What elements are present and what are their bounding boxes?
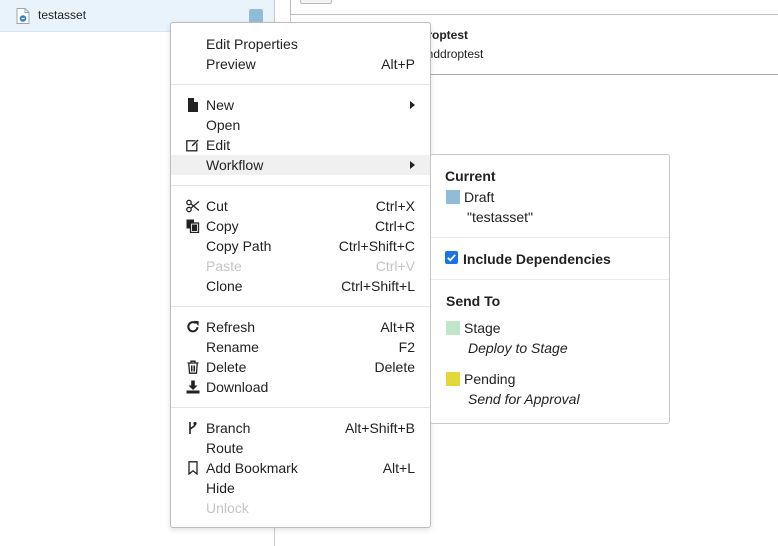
menu-item-copy-path[interactable]: Copy Path Ctrl+Shift+C <box>171 236 430 256</box>
menu-item-label: Paste <box>206 258 242 274</box>
menu-item-label: Unlock <box>206 500 249 516</box>
send-to-option-action: Deploy to Stage <box>468 340 568 356</box>
menu-separator <box>171 306 430 307</box>
menu-item-edit-properties[interactable]: Edit Properties <box>171 34 430 54</box>
menu-item-route[interactable]: Route <box>171 438 430 458</box>
menu-item-label: Preview <box>206 56 256 72</box>
menu-item-edit[interactable]: Edit <box>171 135 430 155</box>
toolbar-strip <box>290 0 778 15</box>
menu-item-label: New <box>206 97 235 113</box>
context-menu: Edit Properties Preview Alt+P New Open E… <box>170 22 431 528</box>
draft-status-icon <box>446 190 460 204</box>
menu-item-label: Branch <box>206 420 251 436</box>
edit-icon <box>186 138 200 152</box>
menu-item-refresh[interactable]: Refresh Alt+R <box>171 317 430 337</box>
send-to-heading: Send To <box>446 293 501 309</box>
menu-item-label: Cut <box>206 198 228 214</box>
menu-item-label: Clone <box>206 278 243 294</box>
include-dependencies-checkbox[interactable] <box>445 251 458 264</box>
current-state-label: Draft <box>464 189 495 205</box>
send-to-option-label: Pending <box>464 371 516 387</box>
submenu-separator <box>431 279 669 280</box>
current-heading: Current <box>445 168 496 184</box>
trash-icon <box>187 360 199 374</box>
menu-item-shortcut: F2 <box>398 339 415 355</box>
send-to-option-action: Send for Approval <box>468 391 580 407</box>
draft-status-icon <box>249 9 263 23</box>
tree-item-label: testasset <box>38 8 87 22</box>
menu-item-open[interactable]: Open <box>171 115 430 135</box>
menu-item-shortcut: Ctrl+Shift+L <box>341 278 415 294</box>
stage-status-icon <box>446 321 460 335</box>
menu-item-label: Edit Properties <box>206 36 298 52</box>
checkmark-icon <box>447 254 456 262</box>
menu-item-rename[interactable]: Rename F2 <box>171 337 430 357</box>
menu-item-shortcut: Alt+P <box>381 56 415 72</box>
menu-separator <box>171 185 430 186</box>
menu-item-branch[interactable]: Branch Alt+Shift+B <box>171 418 430 438</box>
toolbar-button[interactable] <box>300 0 332 4</box>
menu-item-label: Edit <box>206 137 231 153</box>
branch-icon <box>189 421 197 434</box>
refresh-icon <box>187 320 199 333</box>
submenu-separator <box>431 237 669 238</box>
menu-item-preview[interactable]: Preview Alt+P <box>171 54 430 74</box>
asset-file-icon <box>16 8 30 24</box>
menu-separator <box>171 407 430 408</box>
menu-item-label: Workflow <box>206 157 264 173</box>
menu-item-shortcut: Alt+L <box>382 460 415 476</box>
menu-item-shortcut: Ctrl+C <box>374 218 415 234</box>
menu-item-shortcut: Ctrl+Shift+C <box>338 238 415 254</box>
current-asset-name: "testasset" <box>467 209 533 225</box>
menu-item-label: Hide <box>206 480 235 496</box>
menu-item-label: Add Bookmark <box>206 460 298 476</box>
menu-item-label: Copy <box>206 218 239 234</box>
menu-separator <box>171 84 430 85</box>
chevron-right-icon <box>410 161 415 169</box>
menu-item-shortcut: Delete <box>374 359 415 375</box>
bookmark-icon <box>188 461 198 475</box>
copy-icon <box>186 219 200 233</box>
menu-item-label: Copy Path <box>206 238 272 254</box>
include-dependencies-label[interactable]: Include Dependencies <box>463 251 611 267</box>
menu-item-workflow[interactable]: Workflow <box>171 155 430 175</box>
menu-item-shortcut: Ctrl+X <box>375 198 415 214</box>
menu-item-hide[interactable]: Hide <box>171 478 430 498</box>
menu-item-paste: Paste Ctrl+V <box>171 256 430 276</box>
new-file-icon <box>188 98 198 112</box>
menu-item-new[interactable]: New <box>171 95 430 115</box>
menu-item-copy[interactable]: Copy Ctrl+C <box>171 216 430 236</box>
menu-item-label: Open <box>206 117 241 133</box>
menu-item-download[interactable]: Download <box>171 377 430 397</box>
menu-item-add-bookmark[interactable]: Add Bookmark Alt+L <box>171 458 430 478</box>
chevron-right-icon <box>410 101 415 109</box>
workflow-submenu: Current Draft "testasset" Include Depend… <box>430 154 670 424</box>
scissors-icon <box>186 199 200 213</box>
menu-item-label: Refresh <box>206 319 256 335</box>
menu-item-shortcut: Ctrl+V <box>375 258 415 274</box>
download-icon <box>186 380 200 394</box>
menu-item-label: Download <box>206 379 269 395</box>
menu-item-shortcut: Alt+Shift+B <box>344 420 415 436</box>
menu-item-cut[interactable]: Cut Ctrl+X <box>171 196 430 216</box>
menu-item-label: Delete <box>206 359 247 375</box>
menu-item-clone[interactable]: Clone Ctrl+Shift+L <box>171 276 430 296</box>
menu-item-delete[interactable]: Delete Delete <box>171 357 430 377</box>
send-to-option-label: Stage <box>464 320 501 336</box>
menu-item-label: Rename <box>206 339 259 355</box>
pending-status-icon <box>446 372 460 386</box>
menu-item-label: Route <box>206 440 244 456</box>
menu-item-unlock: Unlock <box>171 498 430 518</box>
menu-item-shortcut: Alt+R <box>380 319 415 335</box>
